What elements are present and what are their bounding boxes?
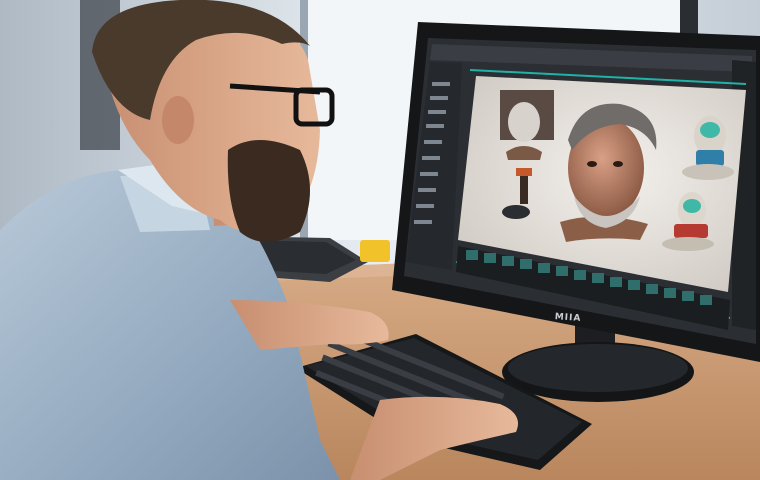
- scene-illustration: [0, 0, 760, 480]
- beard: [227, 140, 310, 242]
- photo-scene: MIIA: [0, 0, 760, 480]
